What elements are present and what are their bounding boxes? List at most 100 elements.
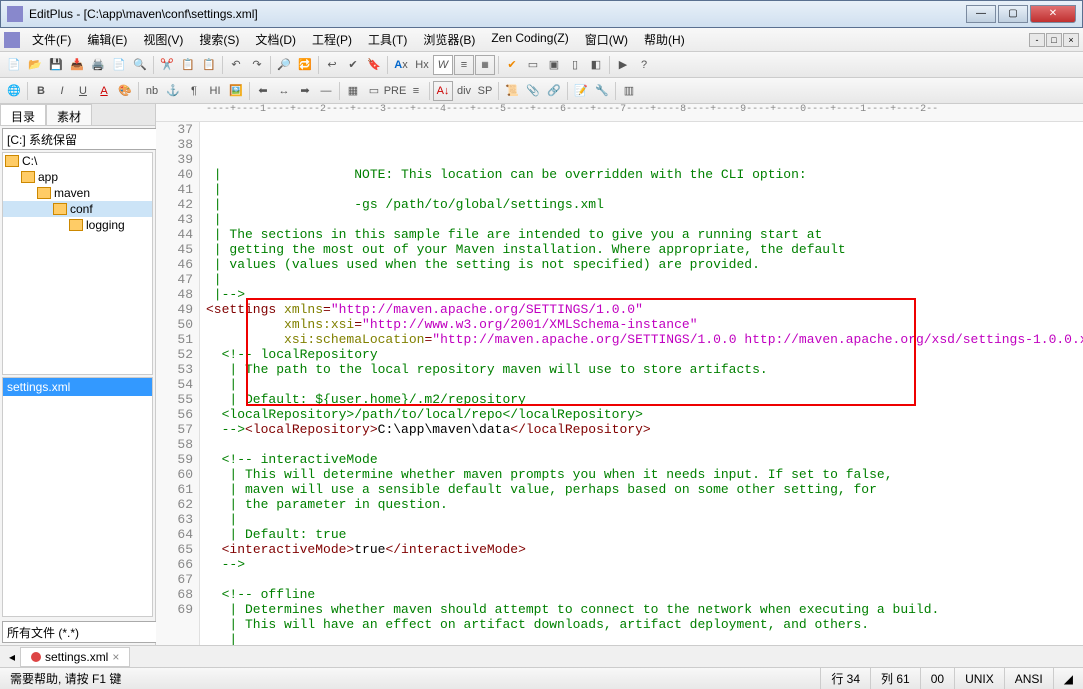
bold-icon[interactable]: B <box>31 81 51 101</box>
image-icon[interactable]: 🖼️ <box>226 81 246 101</box>
heading-icon[interactable]: HI <box>205 81 225 101</box>
misc1-icon[interactable]: 📝 <box>571 81 591 101</box>
file-item[interactable]: settings.xml <box>3 378 152 396</box>
mdi-restore-button[interactable]: □ <box>1046 33 1062 47</box>
font-color-icon[interactable]: A <box>94 81 114 101</box>
mdi-minimize-button[interactable]: - <box>1029 33 1045 47</box>
redo-icon[interactable]: ↷ <box>247 55 267 75</box>
window3-icon[interactable]: ▯ <box>565 55 585 75</box>
grid-icon[interactable]: ▦ <box>475 55 495 75</box>
menu-item[interactable]: 文件(F) <box>24 29 79 50</box>
code-line[interactable] <box>206 437 1083 452</box>
new-file-icon[interactable]: 📄 <box>4 55 24 75</box>
code-line[interactable]: xmlns:xsi="http://www.w3.org/2001/XMLSch… <box>206 317 1083 332</box>
preview-icon[interactable]: 🔍 <box>130 55 150 75</box>
code-line[interactable]: <!-- interactiveMode <box>206 452 1083 467</box>
script3-icon[interactable]: 🔗 <box>544 81 564 101</box>
code-lines[interactable]: | NOTE: This location can be overridden … <box>200 122 1083 645</box>
code-line[interactable]: | -gs /path/to/global/settings.xml <box>206 197 1083 212</box>
load-icon[interactable]: 📥 <box>67 55 87 75</box>
play-icon[interactable]: ▶ <box>613 55 633 75</box>
undo-icon[interactable]: ↶ <box>226 55 246 75</box>
code-line[interactable]: | The path to the local repository maven… <box>206 362 1083 377</box>
editor[interactable]: ----+----1----+----2----+----3----+----4… <box>156 104 1083 645</box>
align-left-icon[interactable]: ⬅ <box>253 81 273 101</box>
copy-icon[interactable]: 📋 <box>178 55 198 75</box>
menu-item[interactable]: 视图(V) <box>135 29 191 50</box>
table-icon[interactable]: ▦ <box>343 81 363 101</box>
italic-icon[interactable]: I <box>52 81 72 101</box>
filter-input[interactable] <box>2 621 167 643</box>
globe-icon[interactable]: 🌐 <box>4 81 24 101</box>
code-line[interactable]: | <box>206 272 1083 287</box>
pre-icon[interactable]: PRE <box>385 81 405 101</box>
menu-item[interactable]: 浏览器(B) <box>415 29 483 50</box>
panel-icon[interactable]: ▥ <box>619 81 639 101</box>
code-line[interactable]: xsi:schemaLocation="http://maven.apache.… <box>206 332 1083 347</box>
div-icon[interactable]: div <box>454 81 474 101</box>
code-line[interactable]: | This will determine whether maven prom… <box>206 467 1083 482</box>
code-line[interactable]: | Determines whether maven should attemp… <box>206 602 1083 617</box>
code-line[interactable]: | <box>206 512 1083 527</box>
check-icon[interactable]: ✔ <box>502 55 522 75</box>
filter-combo[interactable]: ▾ <box>2 621 153 643</box>
list-icon[interactable]: ≡ <box>406 81 426 101</box>
menu-item[interactable]: 工程(P) <box>304 29 360 50</box>
menu-item[interactable]: 编辑(E) <box>79 29 135 50</box>
document-tab[interactable]: settings.xml × <box>20 647 130 667</box>
tab-directory[interactable]: 目录 <box>0 104 46 125</box>
drive-input[interactable] <box>2 128 167 150</box>
maximize-button[interactable]: ▢ <box>998 5 1028 23</box>
save-icon[interactable]: 💾 <box>46 55 66 75</box>
status-resize-icon[interactable]: ◢ <box>1054 668 1083 689</box>
code-line[interactable]: <localRepository>/path/to/local/repo</lo… <box>206 407 1083 422</box>
misc2-icon[interactable]: 🔧 <box>592 81 612 101</box>
print-icon[interactable]: 🖨️ <box>88 55 108 75</box>
tool-ax-icon[interactable]: Ax <box>391 55 411 75</box>
paste-icon[interactable]: 📋 <box>199 55 219 75</box>
code-line[interactable]: <!-- offline <box>206 587 1083 602</box>
hr-icon[interactable]: — <box>316 81 336 101</box>
nbsp-icon[interactable]: nb <box>142 81 162 101</box>
code-line[interactable]: | Default: ${user.home}/.m2/repository <box>206 392 1083 407</box>
drive-combo[interactable]: ▾ <box>2 128 153 150</box>
app-menu-icon[interactable] <box>4 32 20 48</box>
code-line[interactable]: | NOTE: This location can be overridden … <box>206 167 1083 182</box>
menu-item[interactable]: 文档(D) <box>247 29 304 50</box>
window4-icon[interactable]: ◧ <box>586 55 606 75</box>
find-icon[interactable]: 🔎 <box>274 55 294 75</box>
menu-item[interactable]: Zen Coding(Z) <box>483 29 576 50</box>
tool-w-icon[interactable]: W <box>433 55 453 75</box>
tree-node[interactable]: logging <box>3 217 152 233</box>
paragraph-icon[interactable]: ¶ <box>184 81 204 101</box>
code-line[interactable]: | <box>206 212 1083 227</box>
code-line[interactable]: |--> <box>206 287 1083 302</box>
align-right-icon[interactable]: ➡ <box>295 81 315 101</box>
wrap-icon[interactable]: ↩ <box>322 55 342 75</box>
script2-icon[interactable]: 📎 <box>523 81 543 101</box>
open-file-icon[interactable]: 📂 <box>25 55 45 75</box>
import-icon[interactable]: 📄 <box>109 55 129 75</box>
close-button[interactable]: ✕ <box>1030 5 1076 23</box>
code-line[interactable]: --> <box>206 557 1083 572</box>
anchor-icon[interactable]: ⚓ <box>163 81 183 101</box>
code-line[interactable]: | <box>206 632 1083 645</box>
script1-icon[interactable]: 📜 <box>502 81 522 101</box>
menu-item[interactable]: 窗口(W) <box>577 29 636 50</box>
code-line[interactable]: --><localRepository>C:\app\maven\data</l… <box>206 422 1083 437</box>
code-line[interactable]: <interactiveMode>true</interactiveMode> <box>206 542 1083 557</box>
close-tab-icon[interactable]: × <box>112 650 119 664</box>
cut-icon[interactable]: ✂️ <box>157 55 177 75</box>
code-line[interactable]: | <box>206 182 1083 197</box>
code-line[interactable] <box>206 572 1083 587</box>
code-line[interactable]: <settings xmlns="http://maven.apache.org… <box>206 302 1083 317</box>
code-line[interactable]: | <box>206 377 1083 392</box>
tab-materials[interactable]: 素材 <box>46 104 92 125</box>
tree-node[interactable]: maven <box>3 185 152 201</box>
code-line[interactable]: | getting the most out of your Maven ins… <box>206 242 1083 257</box>
folder-tree[interactable]: C:\appmavenconflogging <box>2 152 153 375</box>
doctab-prev-icon[interactable]: ◂ <box>4 650 20 664</box>
lines-icon[interactable]: ≡ <box>454 55 474 75</box>
window2-icon[interactable]: ▣ <box>544 55 564 75</box>
spellcheck-icon[interactable]: ✔ <box>343 55 363 75</box>
